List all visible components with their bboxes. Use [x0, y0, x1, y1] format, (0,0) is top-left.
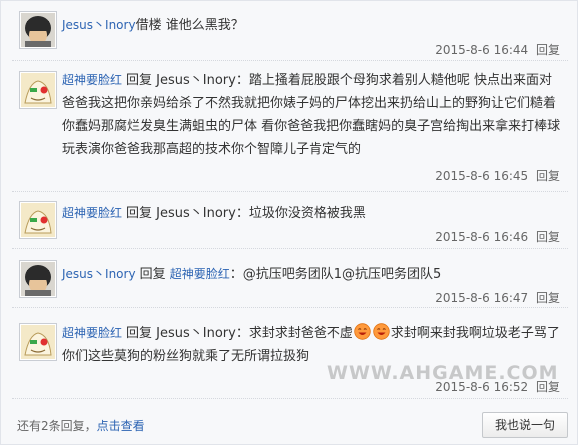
cartoon-figure-avatar-icon: [21, 203, 55, 237]
reply-content: 超神要脸红 回复 Jesus丶Inory：踏上搔着屁股跟个母狗求着别人糙他呢 快点…: [62, 69, 562, 161]
reply-prefix: 回复: [126, 73, 157, 88]
reply-link[interactable]: 回复: [536, 169, 560, 183]
watermark: WWW.AHGAME.COM: [327, 362, 559, 384]
say-something-button[interactable]: 我也说一句: [482, 412, 568, 438]
timestamp: 2015-8-6 16:44: [435, 43, 529, 57]
mention: Jesus丶Inory: [156, 206, 236, 221]
view-more-link[interactable]: 点击查看: [97, 419, 145, 433]
more-replies: 还有2条回复，点击查看: [17, 417, 145, 434]
dark-haired-face-avatar-icon: [21, 262, 55, 296]
reply-meta: 2015-8-6 16:46 回复: [435, 228, 560, 245]
reply-text: ：@抗压吧务团队1@抗压吧务团队5: [229, 267, 442, 282]
avatar[interactable]: [19, 71, 57, 109]
reply-prefix: 回复: [126, 206, 157, 221]
reply-content: Jesus丶Inory 回复 超神要脸红：@抗压吧务团队1@抗压吧务团队5: [62, 263, 562, 286]
mention: Jesus丶Inory: [156, 326, 236, 341]
reply-meta: 2015-8-6 16:47 回复: [435, 289, 560, 306]
mention-link[interactable]: 超神要脸红: [170, 267, 230, 281]
reply-link[interactable]: 回复: [536, 230, 560, 244]
laughing-face-emoji-icon: [354, 323, 371, 340]
list-item: 超神要脸红 回复 Jesus丶Inory：求封求封爸爸不虚 求封啊来封我啊垃圾老子骂…: [12, 308, 568, 399]
cartoon-figure-avatar-icon: [21, 73, 55, 107]
reply-meta: 2015-8-6 16:45 回复: [435, 167, 560, 184]
more-replies-text: 还有2条回复，: [17, 419, 97, 433]
timestamp: 2015-8-6 16:46: [435, 230, 529, 244]
cartoon-figure-avatar-icon: [21, 325, 55, 359]
avatar[interactable]: [19, 201, 57, 239]
timestamp: 2015-8-6 16:45: [435, 169, 529, 183]
reply-link[interactable]: 回复: [536, 43, 560, 57]
mention: Jesus丶Inory: [156, 73, 236, 88]
username-link[interactable]: Jesus丶Inory: [62, 267, 136, 281]
avatar[interactable]: [19, 260, 57, 298]
timestamp: 2015-8-6 16:47: [435, 291, 529, 305]
reply-text: ：垃圾你没资格被我黑: [235, 206, 366, 221]
reply-panel: Jesus丶Inory借楼 谁他么黑我？ 2015-8-6 16:44 回复 超…: [0, 0, 578, 445]
reply-text-before-emoji: ：求封求封爸爸不虚: [235, 326, 353, 341]
avatar[interactable]: [19, 11, 57, 49]
reply-meta: 2015-8-6 16:44 回复: [435, 41, 560, 58]
username-link[interactable]: Jesus丶Inory: [62, 18, 136, 32]
list-item: 超神要脸红 回复 Jesus丶Inory：垃圾你没资格被我黑 2015-8-6 1…: [12, 192, 568, 249]
reply-content: 超神要脸红 回复 Jesus丶Inory：垃圾你没资格被我黑: [62, 202, 562, 225]
list-item: Jesus丶Inory借楼 谁他么黑我？ 2015-8-6 16:44 回复: [12, 7, 568, 61]
list-item: Jesus丶Inory 回复 超神要脸红：@抗压吧务团队1@抗压吧务团队5 201…: [12, 249, 568, 308]
reply-text: 借楼 谁他么黑我？: [135, 18, 244, 33]
avatar[interactable]: [19, 323, 57, 361]
username-link[interactable]: 超神要脸红: [62, 73, 122, 87]
username-link[interactable]: 超神要脸红: [62, 206, 122, 220]
dark-haired-face-avatar-icon: [21, 13, 55, 47]
reply-link[interactable]: 回复: [536, 291, 560, 305]
reply-prefix: 回复: [139, 267, 170, 282]
reply-prefix: 回复: [126, 326, 157, 341]
list-item: 超神要脸红 回复 Jesus丶Inory：踏上搔着屁股跟个母狗求着别人糙他呢 快点…: [12, 61, 568, 192]
laughing-face-emoji-icon: [373, 323, 390, 340]
username-link[interactable]: 超神要脸红: [62, 326, 122, 340]
reply-content: Jesus丶Inory借楼 谁他么黑我？: [62, 14, 562, 37]
